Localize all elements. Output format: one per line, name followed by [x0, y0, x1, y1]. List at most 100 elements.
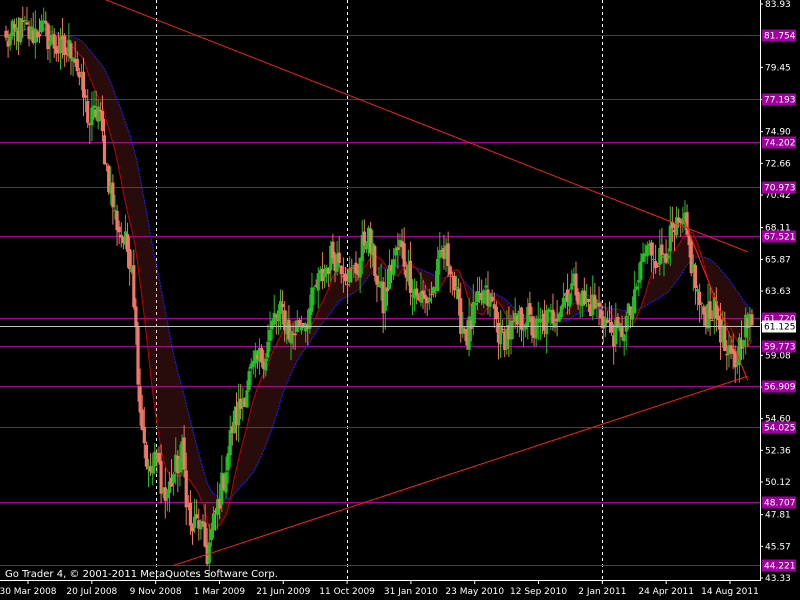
candle-body[interactable]: [245, 390, 249, 408]
candle-body[interactable]: [310, 287, 314, 312]
candle-body[interactable]: [695, 289, 700, 292]
candle-body[interactable]: [337, 252, 341, 264]
candle-body[interactable]: [723, 325, 727, 351]
candle-body[interactable]: [172, 474, 176, 483]
candle-body[interactable]: [610, 321, 614, 333]
candle-body[interactable]: [345, 284, 350, 286]
candle-body[interactable]: [312, 288, 316, 290]
candle-body[interactable]: [494, 306, 498, 320]
candle-body[interactable]: [293, 333, 297, 336]
chart-canvas[interactable]: 83.9379.4577.1674.9072.6670.4268.1165.87…: [0, 0, 800, 600]
candle-body[interactable]: [182, 437, 186, 470]
candle-body[interactable]: [454, 287, 459, 289]
candle-body[interactable]: [383, 288, 387, 311]
candle-body[interactable]: [471, 302, 475, 327]
candle-body[interactable]: [429, 294, 433, 296]
candle-body[interactable]: [100, 111, 104, 132]
candle-body[interactable]: [473, 303, 477, 306]
candle-body[interactable]: [396, 247, 400, 250]
candle-body[interactable]: [69, 43, 73, 59]
candle-body[interactable]: [316, 273, 320, 291]
candle-body[interactable]: [528, 303, 532, 315]
candle-body[interactable]: [144, 444, 148, 467]
candle-body[interactable]: [96, 106, 100, 122]
candle-body[interactable]: [331, 241, 335, 259]
candle-body[interactable]: [633, 289, 637, 313]
candle-body[interactable]: [272, 312, 276, 325]
candle-body[interactable]: [104, 163, 109, 165]
price-chart[interactable]: 83.9379.4577.1674.9072.6670.4268.1165.87…: [0, 0, 800, 600]
candle-body[interactable]: [128, 249, 132, 270]
candle-body[interactable]: [700, 302, 704, 304]
candle-body[interactable]: [666, 255, 670, 259]
candle-body[interactable]: [84, 95, 88, 98]
candle-body[interactable]: [545, 310, 549, 335]
candle-body[interactable]: [622, 334, 626, 342]
candle-body[interactable]: [693, 265, 698, 289]
candle-body[interactable]: [373, 245, 377, 276]
candle-body[interactable]: [624, 315, 628, 332]
candle-body[interactable]: [226, 453, 230, 471]
candle-body[interactable]: [750, 314, 754, 326]
candle-body[interactable]: [266, 341, 270, 358]
candle-body[interactable]: [188, 502, 193, 526]
candle-body[interactable]: [534, 318, 538, 339]
candle-body[interactable]: [151, 465, 155, 474]
candle-body[interactable]: [4, 30, 8, 38]
candle-body[interactable]: [142, 426, 146, 444]
candle-body[interactable]: [637, 280, 641, 283]
candle-body[interactable]: [278, 301, 283, 315]
candle-body[interactable]: [348, 268, 352, 283]
candle-body[interactable]: [203, 522, 207, 547]
candle-body[interactable]: [446, 243, 450, 267]
candle-body[interactable]: [111, 182, 115, 208]
candle-body[interactable]: [645, 245, 649, 257]
candle-body[interactable]: [75, 58, 79, 72]
candle-body[interactable]: [457, 288, 461, 300]
candle-body[interactable]: [289, 331, 293, 344]
candle-body[interactable]: [117, 226, 121, 233]
candle-body[interactable]: [639, 261, 643, 280]
candle-body[interactable]: [268, 329, 272, 341]
candle-body[interactable]: [710, 319, 714, 321]
candle-body[interactable]: [651, 258, 656, 260]
candle-body[interactable]: [482, 290, 486, 304]
candle-body[interactable]: [339, 265, 343, 275]
candle-body[interactable]: [742, 340, 746, 347]
candle-body[interactable]: [132, 265, 136, 308]
candle-body[interactable]: [362, 231, 366, 246]
candle-body[interactable]: [207, 542, 211, 563]
candle-body[interactable]: [209, 529, 213, 540]
candle-body[interactable]: [25, 22, 29, 25]
candle-body[interactable]: [490, 296, 494, 302]
candle-body[interactable]: [86, 101, 90, 123]
candle-body[interactable]: [452, 276, 457, 291]
candle-body[interactable]: [136, 326, 140, 385]
candle-body[interactable]: [375, 275, 379, 285]
candle-body[interactable]: [54, 45, 58, 54]
candle-body[interactable]: [10, 20, 14, 37]
candle-body[interactable]: [264, 358, 268, 371]
candle-body[interactable]: [138, 386, 142, 413]
candle-body[interactable]: [668, 225, 672, 252]
candle-body[interactable]: [538, 318, 542, 323]
candle-body[interactable]: [224, 472, 228, 493]
candle-body[interactable]: [509, 320, 513, 340]
candle-body[interactable]: [415, 288, 419, 296]
candle-body[interactable]: [343, 273, 348, 282]
candle-body[interactable]: [408, 260, 413, 293]
candle-body[interactable]: [184, 470, 188, 508]
candle-body[interactable]: [44, 20, 48, 24]
candle-body[interactable]: [92, 105, 96, 109]
candle-body[interactable]: [81, 71, 86, 98]
candle-body[interactable]: [165, 492, 169, 499]
candle-body[interactable]: [593, 295, 597, 309]
candle-body[interactable]: [260, 347, 264, 363]
candle-body[interactable]: [586, 298, 591, 302]
candle-body[interactable]: [649, 242, 654, 256]
candle-body[interactable]: [40, 20, 44, 33]
candle-body[interactable]: [484, 285, 488, 288]
candle-body[interactable]: [195, 514, 199, 519]
candle-body[interactable]: [597, 302, 601, 307]
candle-body[interactable]: [501, 328, 505, 330]
